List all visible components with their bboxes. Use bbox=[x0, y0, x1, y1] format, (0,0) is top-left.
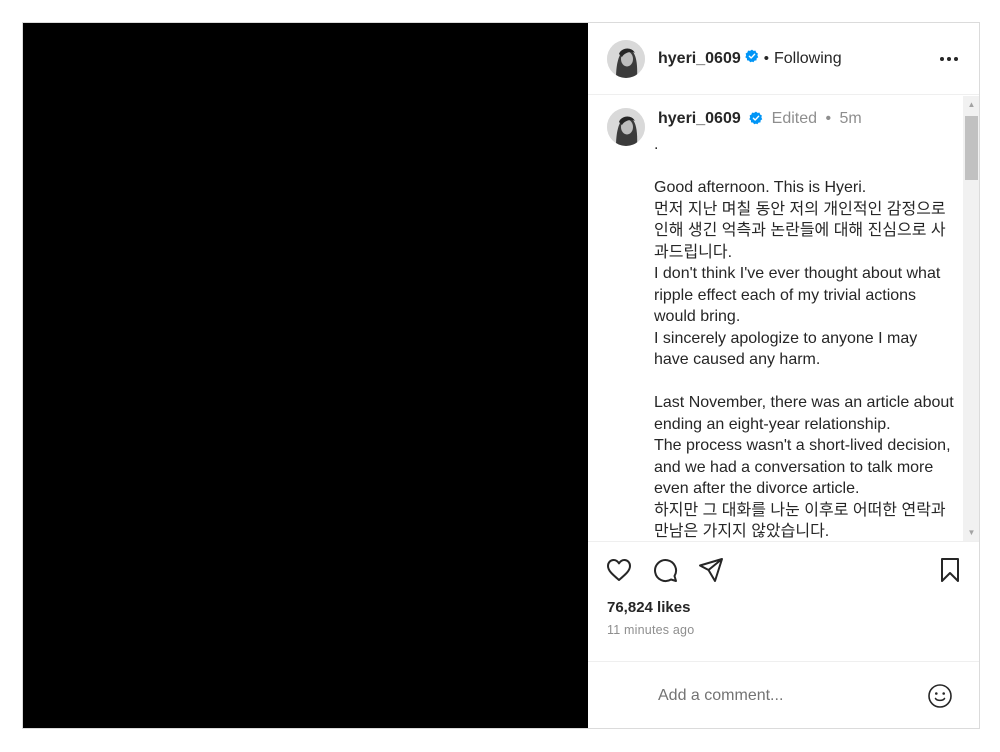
scroll-up-icon[interactable]: ▲ bbox=[963, 96, 979, 113]
paper-plane-icon[interactable] bbox=[697, 556, 725, 584]
caption-time[interactable]: 5m bbox=[840, 110, 862, 127]
post-header: hyeri_0609 • Following bbox=[588, 23, 979, 95]
heart-icon[interactable] bbox=[605, 556, 633, 584]
more-options-icon[interactable] bbox=[936, 47, 962, 71]
post-media[interactable] bbox=[23, 23, 588, 728]
caption-text: . Good afternoon. This is Hyeri. 먼저 지난 며… bbox=[654, 136, 954, 540]
caption-scroll-area[interactable]: hyeri_0609 Edited • 5m . Good afternoon.… bbox=[588, 96, 979, 541]
header-username[interactable]: hyeri_0609 bbox=[658, 50, 741, 68]
comment-icon[interactable] bbox=[651, 556, 679, 584]
caption-separator: • bbox=[825, 110, 832, 127]
following-button[interactable]: Following bbox=[774, 50, 842, 68]
verified-badge-icon bbox=[749, 110, 763, 132]
post-dialog: hyeri_0609 • Following hyeri_0609 Edited… bbox=[22, 22, 980, 729]
verified-badge-icon bbox=[745, 49, 759, 68]
smiley-icon[interactable] bbox=[926, 682, 954, 710]
scroll-down-icon[interactable]: ▼ bbox=[963, 524, 979, 541]
post-timestamp[interactable]: 11 minutes ago bbox=[607, 623, 694, 637]
comment-bar bbox=[588, 661, 979, 728]
post-side-panel: hyeri_0609 • Following hyeri_0609 Edited… bbox=[588, 23, 979, 728]
caption-scrollbar[interactable]: ▲ ▼ bbox=[963, 96, 979, 541]
caption-avatar[interactable] bbox=[607, 108, 645, 146]
header-separator: • bbox=[763, 50, 769, 67]
action-bar bbox=[588, 541, 979, 596]
comment-input[interactable] bbox=[658, 682, 908, 710]
bookmark-icon[interactable] bbox=[936, 556, 964, 584]
avatar[interactable] bbox=[607, 39, 645, 78]
scroll-thumb[interactable] bbox=[965, 116, 978, 180]
edited-label: Edited bbox=[771, 110, 818, 127]
likes-count[interactable]: 76,824 likes bbox=[607, 599, 690, 616]
caption-username[interactable]: hyeri_0609 bbox=[658, 110, 741, 127]
